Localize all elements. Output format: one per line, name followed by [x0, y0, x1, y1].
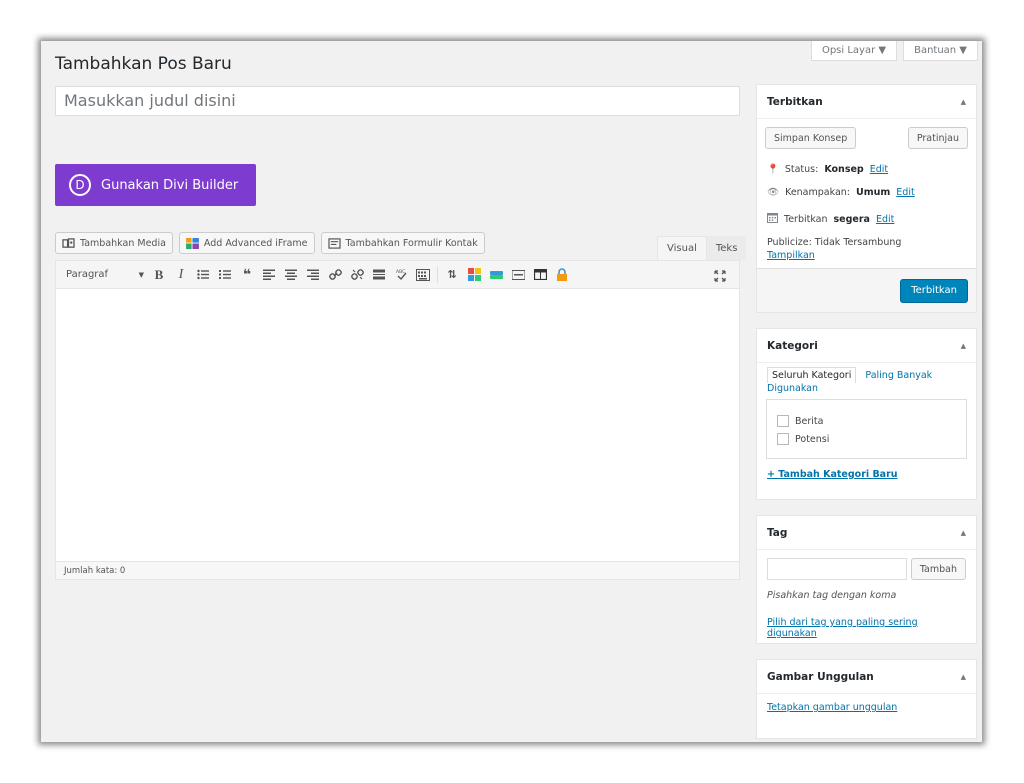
tag-input-row: Tambah: [757, 550, 976, 580]
show-publicize-link[interactable]: Tampilkan: [767, 250, 815, 261]
calendar-icon: [767, 212, 778, 226]
category-item: Potensi: [777, 430, 966, 448]
table-icon[interactable]: [529, 264, 551, 286]
collapse-caret-icon[interactable]: ▲: [961, 529, 966, 537]
blockquote-icon[interactable]: ❝: [236, 264, 258, 286]
layout-grid-icon[interactable]: [463, 264, 485, 286]
align-center-icon[interactable]: [280, 264, 302, 286]
link-icon[interactable]: [324, 264, 346, 286]
add-contact-form-button[interactable]: Tambahkan Formulir Kontak: [320, 232, 485, 254]
edit-schedule-link[interactable]: Edit: [876, 214, 894, 225]
status-row: 📍 Status: Konsep Edit: [767, 163, 889, 175]
collapse-caret-icon[interactable]: ▲: [961, 342, 966, 350]
media-buttons: Tambahkan Media Add Advanced iFrame Tamb…: [55, 232, 485, 254]
save-draft-button[interactable]: Simpan Konsep: [765, 127, 857, 149]
svg-text:ABC: ABC: [396, 269, 405, 275]
keyboard-icon[interactable]: [412, 264, 434, 286]
add-media-button[interactable]: Tambahkan Media: [55, 232, 173, 254]
numbered-list-icon[interactable]: [214, 264, 236, 286]
shortcode-icon[interactable]: [485, 264, 507, 286]
page-title: Tambahkan Pos Baru: [55, 54, 232, 74]
italic-button[interactable]: I: [170, 264, 192, 286]
add-tag-button[interactable]: Tambah: [910, 558, 966, 580]
word-count: Jumlah kata: 0: [55, 562, 740, 580]
screen-meta-links: Opsi Layar ▼ Bantuan ▼: [810, 41, 978, 61]
editor-content-area[interactable]: [56, 289, 739, 561]
align-right-icon[interactable]: [302, 264, 324, 286]
edit-status-link[interactable]: Edit: [870, 164, 888, 175]
editor-mode-tabs: Visual Teks: [657, 236, 747, 260]
wp-admin-frame: Opsi Layar ▼ Bantuan ▼ Tambahkan Pos Bar…: [41, 41, 982, 742]
editor-toolbar: Paragraf ▼ B I ❝ ABC ⇅: [56, 261, 739, 289]
publish-box: Terbitkan ▲ Simpan Konsep Pratinjau 📍 St…: [756, 84, 977, 313]
media-icon: [62, 237, 75, 248]
featured-image-box-header[interactable]: Gambar Unggulan ▲: [757, 660, 976, 694]
divider-icon[interactable]: [507, 264, 529, 286]
lock-icon[interactable]: [551, 264, 573, 286]
post-editor: Paragraf ▼ B I ❝ ABC ⇅: [55, 260, 740, 562]
set-featured-image-link[interactable]: Tetapkan gambar unggulan: [757, 694, 976, 713]
publish-box-header[interactable]: Terbitkan ▲: [757, 85, 976, 119]
schedule-row: Terbitkan segera Edit: [767, 206, 966, 232]
post-title-input[interactable]: Masukkan judul disini: [55, 86, 740, 116]
preview-button[interactable]: Pratinjau: [907, 127, 968, 149]
bold-button[interactable]: B: [148, 264, 170, 286]
category-list: Berita Potensi: [766, 399, 967, 459]
tag-input[interactable]: [767, 558, 907, 580]
edit-visibility-link[interactable]: Edit: [896, 187, 914, 198]
tab-visual[interactable]: Visual: [657, 236, 707, 260]
unlink-icon[interactable]: [346, 264, 368, 286]
collapse-caret-icon[interactable]: ▲: [961, 98, 966, 106]
tags-box-header[interactable]: Tag ▲: [757, 516, 976, 550]
tab-text[interactable]: Teks: [706, 236, 747, 260]
spellcheck-icon[interactable]: ABC: [390, 264, 412, 286]
choose-tags-link[interactable]: Pilih dari tag yang paling sering diguna…: [757, 601, 976, 639]
chevron-down-icon: ▼: [138, 270, 144, 279]
publicize-status: Publicize: Tidak Tersambung Tampilkan: [767, 237, 902, 261]
publish-button[interactable]: Terbitkan: [900, 278, 968, 303]
categories-box-header[interactable]: Kategori ▲: [757, 329, 976, 363]
format-select[interactable]: Paragraf ▼: [62, 265, 148, 285]
category-checkbox[interactable]: [777, 415, 789, 427]
divi-logo-icon: D: [69, 174, 91, 196]
divi-builder-button[interactable]: D Gunakan Divi Builder: [55, 164, 256, 206]
toolbar-separator: [437, 266, 438, 283]
collapse-caret-icon[interactable]: ▲: [961, 673, 966, 681]
bullet-list-icon[interactable]: [192, 264, 214, 286]
add-iframe-button[interactable]: Add Advanced iFrame: [178, 232, 315, 254]
tag-hint: Pisahkan tag dengan koma: [767, 590, 897, 601]
featured-image-box: Gambar Unggulan ▲ Tetapkan gambar unggul…: [756, 659, 977, 739]
category-checkbox[interactable]: [777, 433, 789, 445]
tags-box: Tag ▲ Tambah Pisahkan tag dengan koma Pi…: [756, 515, 977, 644]
visibility-row: 👁 Kenampakan: Umum Edit: [767, 187, 915, 198]
category-tabs: Seluruh Kategori Paling Banyak Digunakan: [757, 363, 976, 395]
divi-builder-label: Gunakan Divi Builder: [101, 177, 239, 193]
pin-icon: 📍: [767, 163, 779, 175]
category-item: Berita: [777, 412, 966, 430]
post-title-placeholder: Masukkan judul disini: [64, 91, 236, 110]
iframe-icon: [186, 237, 199, 249]
fullscreen-icon[interactable]: [709, 265, 731, 287]
screen-options-button[interactable]: Opsi Layar ▼: [810, 41, 898, 61]
publish-actions: Simpan Konsep Pratinjau: [757, 119, 976, 149]
publish-footer: Terbitkan: [757, 268, 976, 312]
form-icon: [327, 237, 341, 249]
categories-box: Kategori ▲ Seluruh Kategori Paling Banya…: [756, 328, 977, 500]
read-more-icon[interactable]: [368, 264, 390, 286]
tab-all-categories[interactable]: Seluruh Kategori: [767, 367, 857, 383]
eye-icon: 👁: [767, 187, 780, 198]
help-button[interactable]: Bantuan ▼: [903, 41, 978, 61]
sort-icon[interactable]: ⇅: [441, 264, 463, 286]
add-category-link[interactable]: + Tambah Kategori Baru: [757, 459, 976, 480]
align-left-icon[interactable]: [258, 264, 280, 286]
